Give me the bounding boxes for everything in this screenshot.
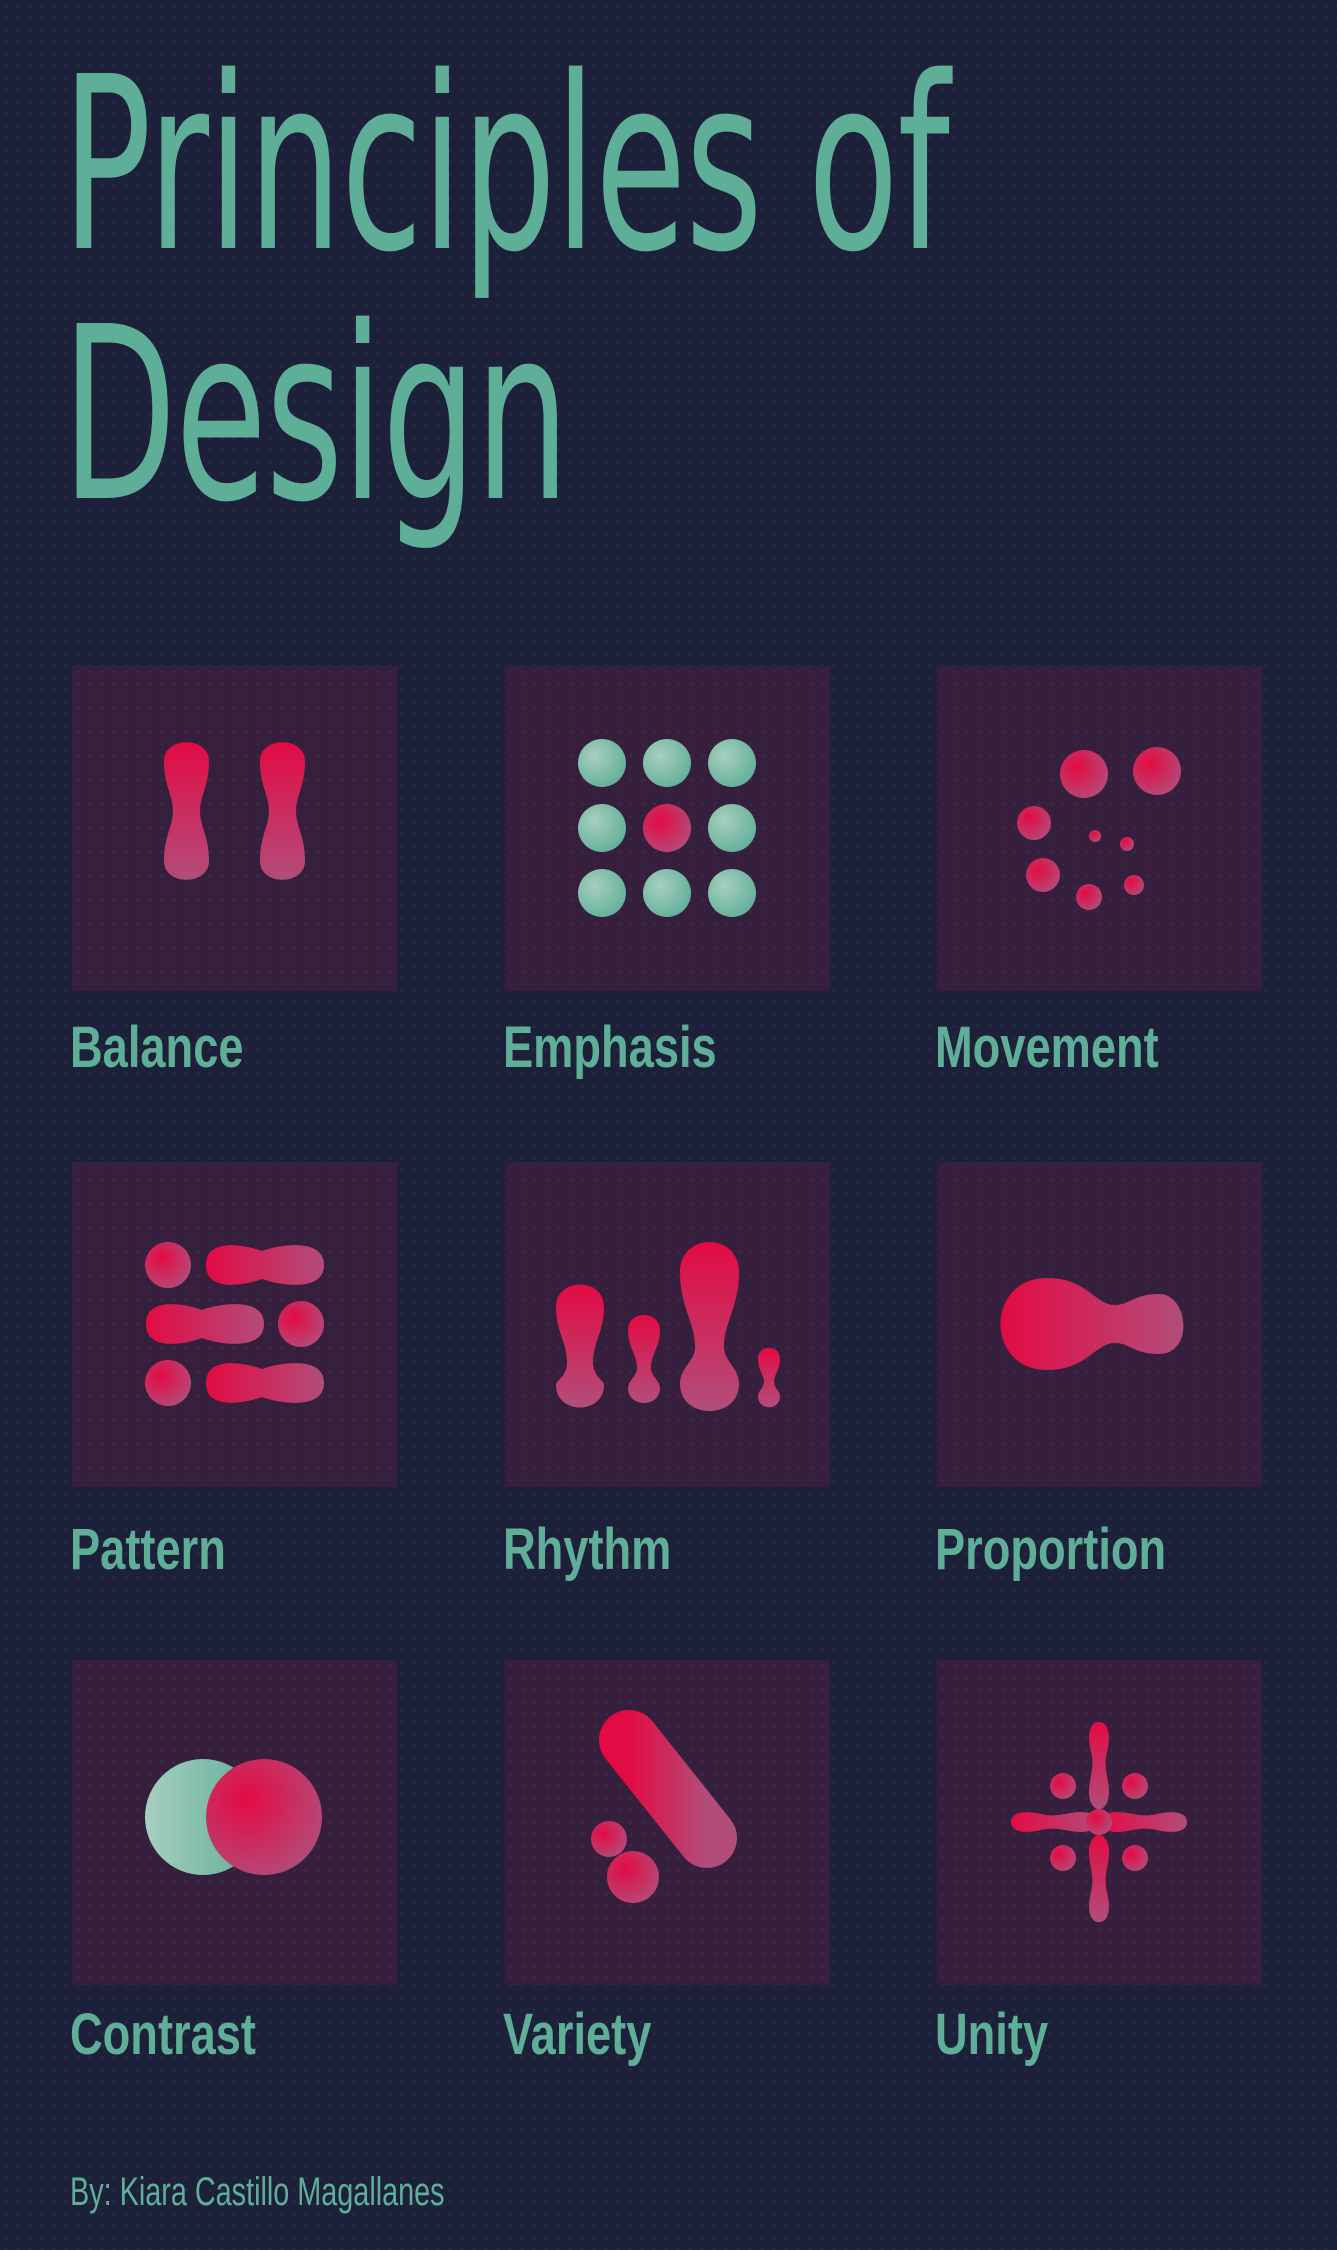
label-balance: Balance xyxy=(70,1015,244,1080)
movement-tile xyxy=(937,666,1262,991)
variety-icon xyxy=(591,1710,737,1903)
label-variety: Variety xyxy=(503,2002,652,2067)
label-proportion: Proportion xyxy=(935,1517,1167,1582)
unity-tile xyxy=(937,1660,1262,1985)
contrast-icon xyxy=(145,1759,322,1875)
movement-icon xyxy=(1017,747,1181,910)
page-title: Principles of Design xyxy=(62,25,950,555)
title-line-2: Design xyxy=(62,275,570,555)
poster: { "title": { "line1": "Principles of", "… xyxy=(0,0,1337,2250)
pattern-icon xyxy=(145,1242,324,1406)
label-movement: Movement xyxy=(935,1015,1159,1080)
balance-tile xyxy=(72,666,397,991)
label-rhythm: Rhythm xyxy=(503,1517,672,1582)
balance-icon xyxy=(164,742,305,880)
label-pattern: Pattern xyxy=(70,1517,226,1582)
pattern-tile xyxy=(72,1162,397,1487)
contrast-tile xyxy=(72,1660,397,1985)
proportion-tile xyxy=(937,1162,1262,1487)
variety-tile xyxy=(505,1660,830,1985)
proportion-icon xyxy=(1000,1278,1184,1370)
label-unity: Unity xyxy=(935,2002,1049,2067)
emphasis-tile xyxy=(505,666,830,991)
author-credit: By: Kiara Castillo Magallanes xyxy=(70,2170,445,2214)
emphasis-icon xyxy=(578,739,756,917)
unity-icon xyxy=(1011,1722,1187,1922)
rhythm-icon xyxy=(556,1242,780,1411)
rhythm-tile xyxy=(505,1162,830,1487)
label-emphasis: Emphasis xyxy=(503,1015,717,1080)
label-contrast: Contrast xyxy=(70,2002,257,2067)
title-line-1: Principles of xyxy=(62,25,950,305)
